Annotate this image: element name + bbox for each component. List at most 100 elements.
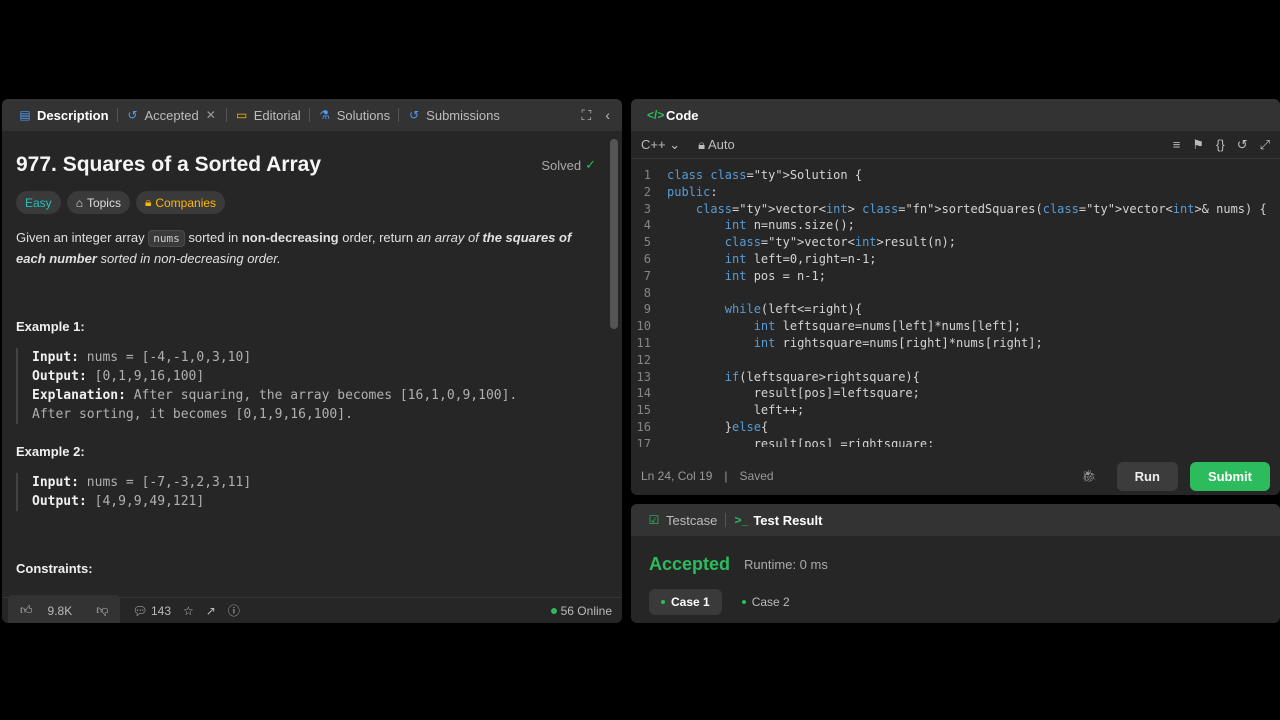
terminal-icon: >_ <box>734 513 749 527</box>
history-icon: ↺ <box>127 108 138 122</box>
tab-code[interactable]: </> Code <box>639 99 707 131</box>
dislike-button[interactable]: 👎︎ <box>84 595 120 623</box>
code-line[interactable]: 7 int pos = n-1; <box>631 268 1280 285</box>
code-line[interactable]: 13 if(leftsquare>rightsquare){ <box>631 369 1280 386</box>
line-content: class class="ty">Solution { <box>667 168 863 182</box>
book-icon: ▭ <box>236 108 248 122</box>
code-line[interactable]: 3 class="ty">vector<int> class="fn">sort… <box>631 201 1280 218</box>
like-button[interactable]: 👍︎ 9.8K <box>8 595 84 623</box>
line-number: 12 <box>636 352 651 367</box>
code-line[interactable]: 12 <box>631 352 1280 369</box>
line-number: 6 <box>643 251 651 266</box>
case-tab-2[interactable]: Case 2 <box>730 589 802 615</box>
result-tabbar: ☑ Testcase >_ Test Result <box>631 504 1280 536</box>
case-tab-1[interactable]: Case 1 <box>649 589 722 615</box>
cursor-position: Ln 24, Col 19 <box>641 469 713 483</box>
code-line[interactable]: 17 result[pos] =rightsquare; <box>631 436 1280 447</box>
line-content: class="ty">vector<int>result(n); <box>724 235 957 250</box>
check-circle-icon: ✓ <box>585 157 596 172</box>
code-line[interactable]: 1 class class="ty">Solution { <box>631 167 1280 184</box>
checkbox-icon: ☑ <box>648 513 660 527</box>
line-number: 17 <box>636 436 651 447</box>
line-number: 13 <box>636 369 651 384</box>
line-content: while(left<=right){ <box>724 302 863 317</box>
line-number: 2 <box>643 184 651 199</box>
code-line[interactable]: 9 while(left<=right){ <box>631 301 1280 318</box>
topics-tag[interactable]: ⌂ Topics <box>66 191 130 214</box>
line-content: if(leftsquare>rightsquare){ <box>724 369 920 384</box>
comment-icon: 💬︎ <box>132 603 148 618</box>
code-line[interactable]: 6 int left=0,right=n-1; <box>631 251 1280 268</box>
code-line[interactable]: 15 left++; <box>631 402 1280 419</box>
code-tabbar: </> Code <box>631 99 1280 131</box>
companies-tag[interactable]: 🔒︎ Companies <box>135 191 226 214</box>
code-panel: </> Code C++ ⌄ 🔒︎ Auto ≡ ⚑ {} ↺ ⤢ 1 class… <box>631 99 1280 495</box>
thumbs-up-icon: 👍︎ <box>20 603 33 617</box>
tab-submissions[interactable]: ↺ Submissions <box>399 99 508 131</box>
case-tabs: Case 1 Case 2 <box>631 575 1280 615</box>
problem-title[interactable]: 977. Squares of a Sorted Array <box>16 153 321 177</box>
close-icon[interactable]: ✕ <box>204 108 218 122</box>
description-scrollbar[interactable] <box>610 139 618 587</box>
line-content: int n=nums.size(); <box>724 218 855 233</box>
help-icon[interactable]: ⓘ <box>228 602 240 619</box>
history-icon: ↺ <box>409 108 420 122</box>
expand-icon[interactable]: ⛶ <box>582 107 592 124</box>
language-select[interactable]: C++ ⌄ <box>641 137 680 153</box>
line-content: int leftsquare=nums[left]*nums[left]; <box>753 319 1022 334</box>
line-number: 14 <box>636 386 651 401</box>
online-dot <box>550 607 557 614</box>
line-content: int pos = n-1; <box>724 268 826 283</box>
pass-dot <box>741 600 746 604</box>
code-line[interactable]: 8 <box>631 285 1280 302</box>
line-content: result[pos] =rightsquare; <box>667 436 935 447</box>
result-status: Accepted <box>649 554 731 574</box>
code-line[interactable]: 10 int leftsquare=nums[left]*nums[left]; <box>631 318 1280 335</box>
result-panel: ☑ Testcase >_ Test Result Accepted Runti… <box>631 504 1280 623</box>
comments-button[interactable]: 💬︎ 143 <box>132 604 171 618</box>
run-button[interactable]: Run <box>1116 461 1178 491</box>
tab-test-result[interactable]: >_ Test Result <box>726 504 830 536</box>
scroll-thumb[interactable] <box>610 139 618 329</box>
tab-solutions[interactable]: ⚗ Solutions <box>310 99 398 131</box>
code-line[interactable]: 16 }else{ <box>631 419 1280 436</box>
submit-button[interactable]: Submit <box>1189 461 1270 491</box>
tab-editorial[interactable]: ▭ Editorial <box>227 99 309 131</box>
code-line[interactable]: 2 public: <box>631 184 1280 201</box>
share-icon[interactable]: ↗ <box>206 604 216 618</box>
chevron-left-icon[interactable]: ‹ <box>605 107 610 124</box>
code-editor[interactable]: 1 class class="ty">Solution {2 public: 3 cl… <box>631 159 1280 447</box>
code-line[interactable]: 11 int rightsquare=nums[right]*nums[righ… <box>631 335 1280 352</box>
debug-icon[interactable]: 🐞︎ <box>1081 469 1096 483</box>
tab-accepted[interactable]: ↺ Accepted ✕ <box>118 99 226 131</box>
line-number: 15 <box>636 403 651 418</box>
status-divider: | <box>724 469 728 483</box>
left-tabbar: ▤ Description ↺ Accepted ✕ ▭ Editorial ⚗… <box>2 99 622 131</box>
tag-icon: ⌂ <box>75 195 83 210</box>
constraints-title: Constraints: <box>16 561 93 576</box>
format-icon[interactable]: ≡ <box>1173 137 1181 153</box>
code-line[interactable]: 14 result[pos]=leftsquare; <box>631 385 1280 402</box>
example-1-block: Input: nums = [-4,-1,0,3,10] Output: [0,… <box>16 348 608 424</box>
line-content: result[pos]=leftsquare; <box>667 386 920 401</box>
pass-dot <box>661 600 665 604</box>
description-body: 977. Squares of a Sorted Array Solved ✓ … <box>2 131 622 591</box>
problem-statement: Given an integer array nums sorted in no… <box>16 230 572 266</box>
fullscreen-icon[interactable]: ⤢ <box>1260 137 1270 153</box>
line-number: 7 <box>643 268 651 283</box>
reset-icon[interactable]: ↺ <box>1237 137 1248 153</box>
autocomplete-mode[interactable]: 🔒︎ Auto <box>698 137 735 153</box>
star-icon[interactable]: ☆ <box>183 604 194 618</box>
online-count: 56 Online <box>550 604 616 618</box>
difficulty-tag: Easy <box>16 191 61 214</box>
tab-description[interactable]: ▤ Description <box>10 99 117 131</box>
code-line[interactable]: 5 class="ty">vector<int>result(n); <box>631 234 1280 251</box>
bookmark-icon[interactable]: ⚑ <box>1192 137 1204 153</box>
code-line[interactable]: 4 int n=nums.size(); <box>631 217 1280 234</box>
title-row: 977. Squares of a Sorted Array Solved ✓ <box>16 153 608 177</box>
vote-group: 👍︎ 9.8K 👎︎ <box>8 595 121 623</box>
tab-testcase[interactable]: ☑ Testcase <box>639 504 725 536</box>
line-number: 11 <box>636 335 651 350</box>
tag-row: Easy ⌂ Topics 🔒︎ Companies <box>16 191 608 214</box>
braces-icon[interactable]: {} <box>1216 137 1225 153</box>
